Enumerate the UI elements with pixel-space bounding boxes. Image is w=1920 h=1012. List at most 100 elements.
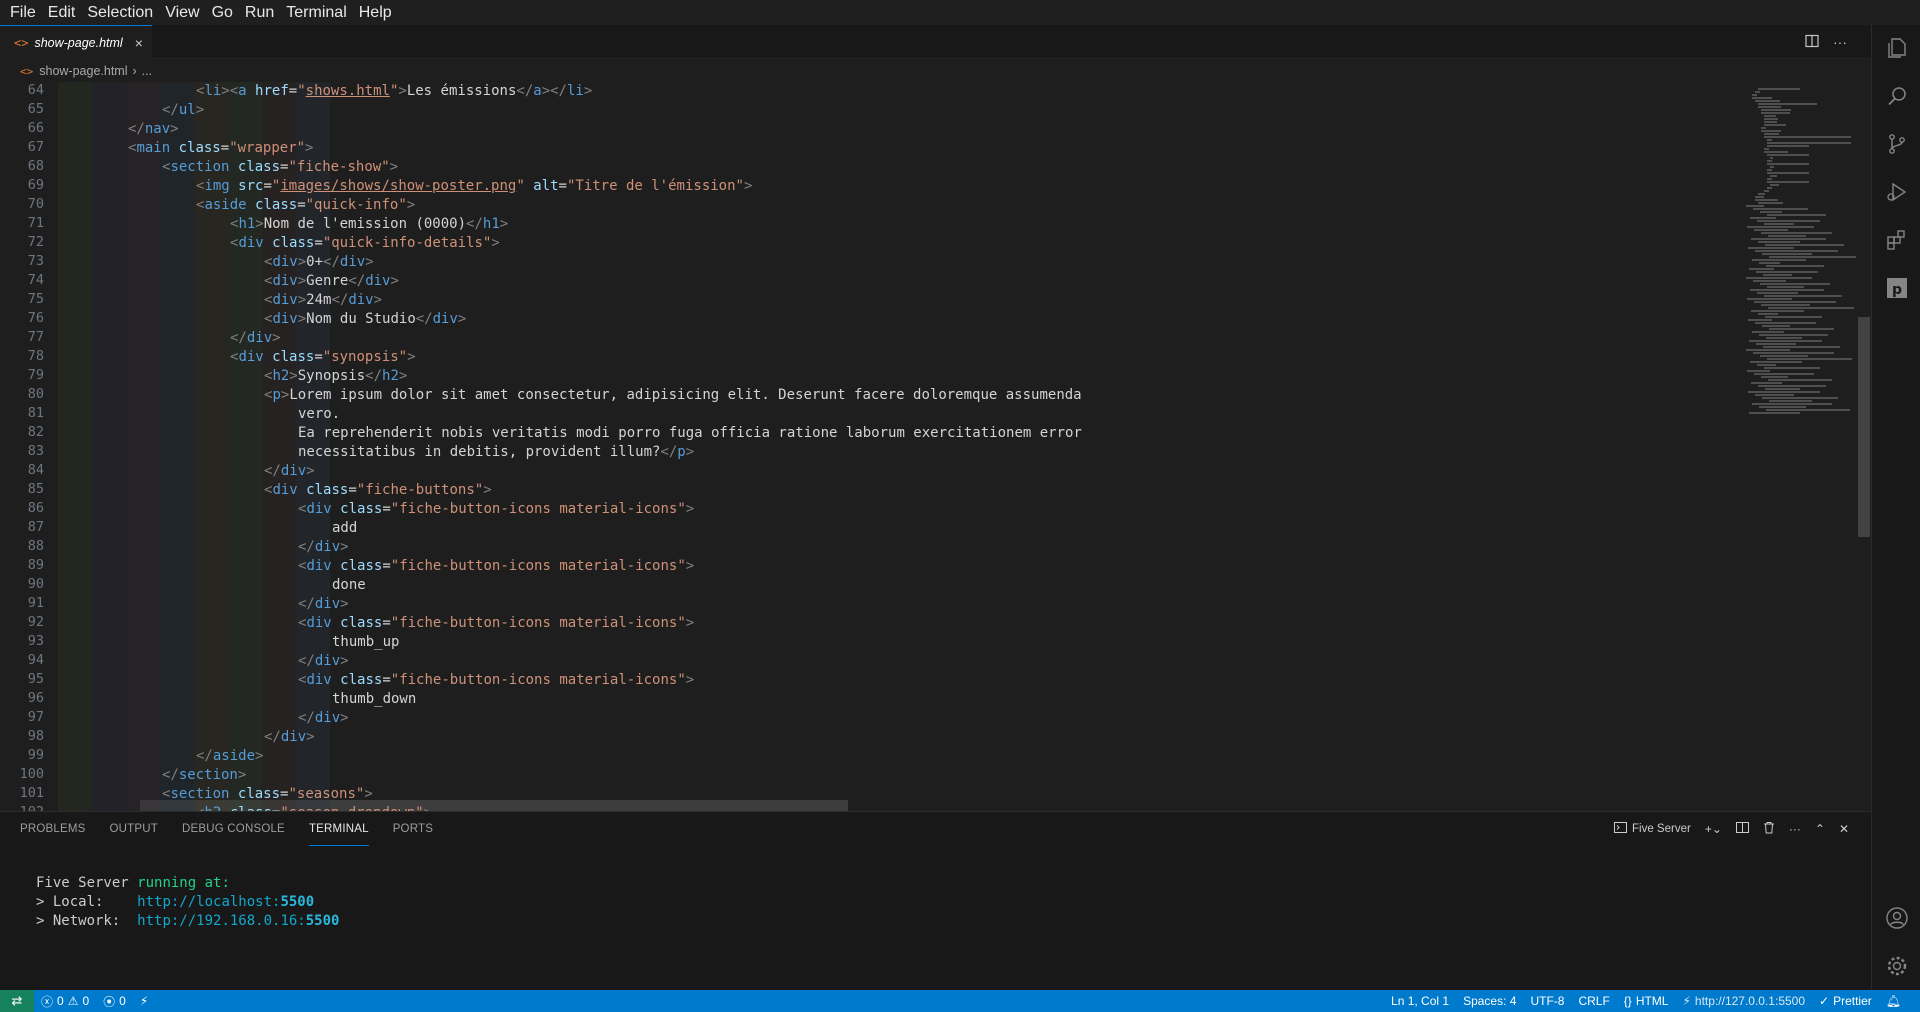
prettier-extension-icon[interactable]: p	[1884, 275, 1910, 301]
notifications-bell[interactable]: 🔔︎	[1879, 990, 1908, 1012]
code-line[interactable]: <li><a href="shows.html">Les émissions</…	[196, 82, 592, 101]
menu-go[interactable]: Go	[206, 0, 239, 25]
split-editor-icon[interactable]	[1805, 34, 1819, 51]
code-line[interactable]: <div class="fiche-button-icons material-…	[298, 614, 694, 633]
eol-status[interactable]: CRLF	[1571, 990, 1616, 1012]
menu-run[interactable]: Run	[239, 0, 280, 25]
code-line[interactable]: <div>Genre</div>	[264, 272, 399, 291]
tab-output[interactable]: OUTPUT	[110, 812, 158, 846]
source-control-icon[interactable]	[1884, 131, 1910, 157]
code-token: </	[298, 653, 315, 669]
new-terminal-icon[interactable]: +⌄	[1705, 822, 1722, 836]
code-line[interactable]: </div>	[264, 728, 315, 747]
code-line[interactable]: <h1>Nom de l'emission (0000)</h1>	[230, 215, 508, 234]
code-line[interactable]: thumb_down	[332, 690, 416, 709]
network-port[interactable]: 5500	[306, 913, 340, 929]
code-token: images/shows/show-poster.png	[280, 178, 517, 194]
code-line[interactable]: <h2>Synopsis</h2>	[264, 367, 407, 386]
breadcrumb-file[interactable]: show-page.html	[39, 64, 127, 78]
breadcrumb-ellipsis[interactable]: ...	[142, 64, 152, 78]
code-line[interactable]: </section>	[162, 766, 246, 785]
code-line[interactable]: <h2 class="season-dropdown">	[196, 804, 432, 811]
code-line[interactable]: </div>	[264, 462, 315, 481]
terminal-output[interactable]: Five Server running at: > Local: http://…	[36, 874, 339, 931]
trash-icon[interactable]	[1763, 821, 1775, 837]
run-debug-icon[interactable]	[1884, 179, 1910, 205]
code-editor[interactable]: 64 65 66 67 68 69 70 71 72 73 74 75 76 77 78 79 80 81 82 83…	[0, 82, 1871, 811]
network-label: > Network:	[36, 913, 138, 929]
code-line[interactable]: <div class="fiche-button-icons material-…	[298, 671, 694, 690]
code-line[interactable]: </div>	[298, 538, 349, 557]
code-line[interactable]: <section class="fiche-show">	[162, 158, 398, 177]
code-line[interactable]: </div>	[298, 709, 349, 728]
menu-edit[interactable]: Edit	[42, 0, 82, 25]
menu-file[interactable]: File	[4, 0, 42, 25]
code-line[interactable]: <div class="quick-info-details">	[230, 234, 500, 253]
menu-selection[interactable]: Selection	[81, 0, 159, 25]
code-line[interactable]: <div>Nom du Studio</div>	[264, 310, 466, 329]
code-line[interactable]: </div>	[298, 652, 349, 671]
code-line[interactable]: </div>	[230, 329, 281, 348]
vertical-scrollbar-thumb[interactable]	[1858, 317, 1870, 537]
tab-debug-console[interactable]: DEBUG CONSOLE	[182, 812, 285, 846]
code-line[interactable]: <aside class="quick-info">	[196, 196, 415, 215]
code-line[interactable]: <main class="wrapper">	[128, 139, 313, 158]
tab-terminal[interactable]: TERMINAL	[308, 812, 369, 846]
menu-help[interactable]: Help	[353, 0, 398, 25]
minimap-line	[1767, 187, 1773, 189]
code-line[interactable]: </nav>	[128, 120, 179, 139]
cursor-position[interactable]: Ln 1, Col 1	[1384, 990, 1456, 1012]
tab-show-page[interactable]: <> show-page.html ×	[0, 25, 152, 59]
code-line[interactable]: <section class="seasons">	[162, 785, 373, 804]
more-actions-icon[interactable]: ···	[1833, 34, 1847, 50]
code-line[interactable]: <div class="synopsis">	[230, 348, 416, 367]
code-line[interactable]: add	[332, 519, 357, 538]
code-line[interactable]: <div class="fiche-button-icons material-…	[298, 500, 694, 519]
maximize-panel-icon[interactable]: ⌃	[1815, 822, 1825, 836]
close-icon[interactable]: ×	[135, 35, 143, 51]
code-line[interactable]: </div>	[298, 595, 349, 614]
ports-status[interactable]: ⦿ 0	[96, 990, 133, 1012]
code-line[interactable]: done	[332, 576, 366, 595]
prettier-status[interactable]: ✓ Prettier	[1812, 990, 1879, 1012]
encoding-status[interactable]: UTF-8	[1523, 990, 1571, 1012]
live-share-status[interactable]: ⚡	[133, 990, 155, 1012]
code-line[interactable]: <div>0+</div>	[264, 253, 374, 272]
code-line[interactable]: <div class="fiche-button-icons material-…	[298, 557, 694, 576]
menu-view[interactable]: View	[159, 0, 205, 25]
account-icon[interactable]	[1884, 905, 1910, 931]
terminal-selector[interactable]: Five Server	[1614, 821, 1691, 837]
code-line[interactable]: <div>24m</div>	[264, 291, 382, 310]
search-icon[interactable]	[1884, 83, 1910, 109]
code-line[interactable]: vero.	[298, 405, 340, 424]
code-line[interactable]: <div class="fiche-buttons">	[264, 481, 492, 500]
network-url[interactable]: http://192.168.0.16:	[137, 913, 306, 929]
menu-terminal[interactable]: Terminal	[280, 0, 352, 25]
code-line[interactable]: </aside>	[196, 747, 263, 766]
local-url[interactable]: http://localhost:	[137, 894, 280, 910]
tab-problems[interactable]: PROBLEMS	[20, 812, 86, 846]
extensions-icon[interactable]	[1884, 227, 1910, 253]
code-area[interactable]: <li><a href="shows.html">Les émissions</…	[58, 82, 1740, 811]
code-line[interactable]: </ul>	[162, 101, 204, 120]
close-icon[interactable]: ✕	[1839, 822, 1849, 836]
server-status[interactable]: ⚡ http://127.0.0.1:5500	[1675, 990, 1812, 1012]
split-terminal-icon[interactable]	[1735, 821, 1749, 837]
code-line[interactable]: Ea reprehenderit nobis veritatis modi po…	[298, 424, 1082, 443]
language-mode[interactable]: {} HTML	[1617, 990, 1676, 1012]
problems-status[interactable]: ⓧ 0 ⚠ 0	[34, 990, 96, 1012]
local-port[interactable]: 5500	[280, 894, 314, 910]
code-line[interactable]: <p>Lorem ipsum dolor sit amet consectetu…	[264, 386, 1082, 405]
code-line[interactable]: necessitatibus in debitis, provident ill…	[298, 443, 694, 462]
code-line[interactable]: <img src="images/shows/show-poster.png" …	[196, 177, 752, 196]
more-actions-icon[interactable]: ···	[1789, 822, 1801, 836]
remote-indicator[interactable]: ⇄	[0, 990, 34, 1012]
explorer-icon[interactable]	[1884, 35, 1910, 61]
indentation-status[interactable]: Spaces: 4	[1456, 990, 1523, 1012]
minimap[interactable]	[1740, 82, 1860, 811]
gear-icon[interactable]	[1884, 953, 1910, 979]
tab-ports[interactable]: PORTS	[393, 812, 433, 846]
code-token: >	[170, 121, 179, 137]
code-line[interactable]: thumb_up	[332, 633, 399, 652]
